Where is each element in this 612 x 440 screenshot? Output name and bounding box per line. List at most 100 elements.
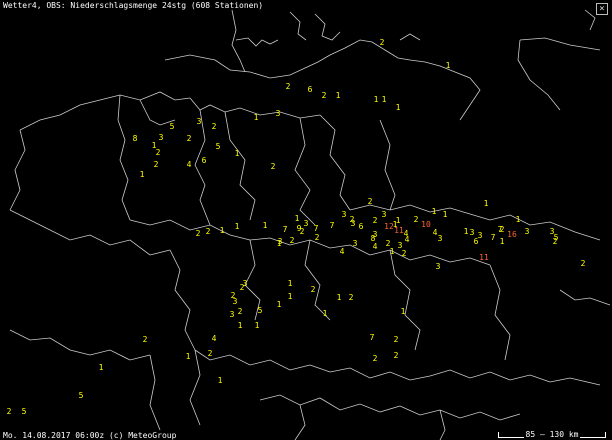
station-value: 2 — [212, 122, 217, 131]
station-value: 7 — [314, 224, 319, 233]
station-value: 1 — [500, 237, 505, 246]
station-value: 1 — [401, 307, 406, 316]
station-value: 2 — [394, 335, 399, 344]
station-value: 1 — [446, 61, 451, 70]
station-value: 2 — [500, 225, 505, 234]
station-value: 2 — [154, 160, 159, 169]
station-value: 2 — [414, 215, 419, 224]
station-value: 8 — [133, 134, 138, 143]
station-value: 1 — [254, 113, 259, 122]
station-value: 2 — [373, 216, 378, 225]
station-value: 1 — [277, 239, 282, 248]
station-value: 1 — [99, 363, 104, 372]
station-value: 3 — [351, 219, 356, 228]
station-value: 6 — [202, 156, 207, 165]
station-value: 1 — [295, 214, 300, 223]
station-value: 5 — [216, 142, 221, 151]
station-value: 3 — [470, 228, 475, 237]
station-value: 4 — [405, 235, 410, 244]
station-value: 2 — [286, 82, 291, 91]
station-value: 1 — [464, 227, 469, 236]
station-value: 7 — [283, 225, 288, 234]
station-value: 2 — [553, 237, 558, 246]
station-value: 7 — [370, 333, 375, 342]
station-value: 1 — [218, 376, 223, 385]
station-value: 1 — [220, 226, 225, 235]
station-value: 3 — [436, 262, 441, 271]
station-value: 2 — [373, 354, 378, 363]
station-value: 16 — [507, 230, 517, 239]
station-value: 1 — [255, 321, 260, 330]
station-value: 3 — [382, 210, 387, 219]
station-value: 1 — [235, 222, 240, 231]
station-value: 1 — [277, 300, 282, 309]
station-value: 4 — [340, 247, 345, 256]
station-value: 2 — [143, 335, 148, 344]
station-value: 3 — [159, 133, 164, 142]
station-value: 2 — [315, 233, 320, 242]
close-icon[interactable]: × — [596, 3, 608, 15]
station-value: 7 — [491, 233, 496, 242]
station-value: 2 — [271, 162, 276, 171]
station-value: 2 — [238, 307, 243, 316]
precipitation-map: 212 62 1 1 11315328 312256142122 11 11137 29 7 732… — [7, 9, 611, 440]
station-value: 2 — [206, 227, 211, 236]
station-value: 4 — [373, 242, 378, 251]
station-value: 2 — [240, 283, 245, 292]
station-value: 3 — [438, 234, 443, 243]
station-value: 1 — [288, 279, 293, 288]
station-value: 4 — [187, 160, 192, 169]
station-value: 2 — [156, 148, 161, 157]
station-value: 6 — [308, 85, 313, 94]
station-values: 212 62 1 1 11315328 312256142122 11 11137 29 7 732… — [7, 38, 586, 416]
station-value: 3 — [525, 227, 530, 236]
station-value: 3 — [342, 210, 347, 219]
station-value: 1 — [396, 103, 401, 112]
station-value: 1 — [288, 292, 293, 301]
station-value: 2 — [349, 293, 354, 302]
scale-label: 85 – 130 km — [523, 430, 581, 439]
station-value: 3 — [230, 310, 235, 319]
station-value: 2 — [196, 229, 201, 238]
station-value: 2 — [311, 285, 316, 294]
station-value: 2 — [402, 249, 407, 258]
station-value: 11 — [479, 253, 489, 262]
station-value: 2 — [208, 349, 213, 358]
station-value: 4 — [212, 334, 217, 343]
station-value: 3 — [233, 297, 238, 306]
station-value: 9 — [297, 224, 302, 233]
station-value: 1 — [186, 352, 191, 361]
scale-bar: 85 – 130 km — [498, 430, 606, 439]
station-value: 2 — [380, 38, 385, 47]
station-value: 3 — [197, 117, 202, 126]
station-value: 1 — [390, 247, 395, 256]
station-value: 10 — [421, 220, 431, 229]
station-value: 1 — [336, 91, 341, 100]
timestamp-credit: Mo. 14.08.2017 06:00z (c) MeteoGroup — [3, 431, 177, 440]
station-value: 3 — [276, 109, 281, 118]
station-value: 2 — [290, 236, 295, 245]
station-value: 1 — [393, 220, 398, 229]
station-value: 2 — [368, 197, 373, 206]
station-value: 1 — [323, 309, 328, 318]
station-value: 1 — [516, 215, 521, 224]
station-value: 6 — [474, 237, 479, 246]
station-value: 1 — [443, 210, 448, 219]
station-value: 6 — [359, 222, 364, 231]
station-value: 2 — [322, 91, 327, 100]
station-value: 2 — [187, 134, 192, 143]
country-borders — [9, 9, 611, 440]
station-value: 1 — [382, 95, 387, 104]
station-value: 1 — [484, 199, 489, 208]
station-value: 5 — [258, 306, 263, 315]
station-value: 5 — [79, 391, 84, 400]
map-title: Wetter4, OBS: Niederschlagsmenge 24stg (… — [3, 1, 264, 10]
station-value: 1 — [263, 221, 268, 230]
station-value: 1 — [235, 149, 240, 158]
station-value: 3 — [353, 239, 358, 248]
station-value: 5 — [22, 407, 27, 416]
station-value: 5 — [170, 122, 175, 131]
station-value: 2 — [394, 351, 399, 360]
station-value: 3 — [550, 227, 555, 236]
station-value: 1 — [337, 293, 342, 302]
